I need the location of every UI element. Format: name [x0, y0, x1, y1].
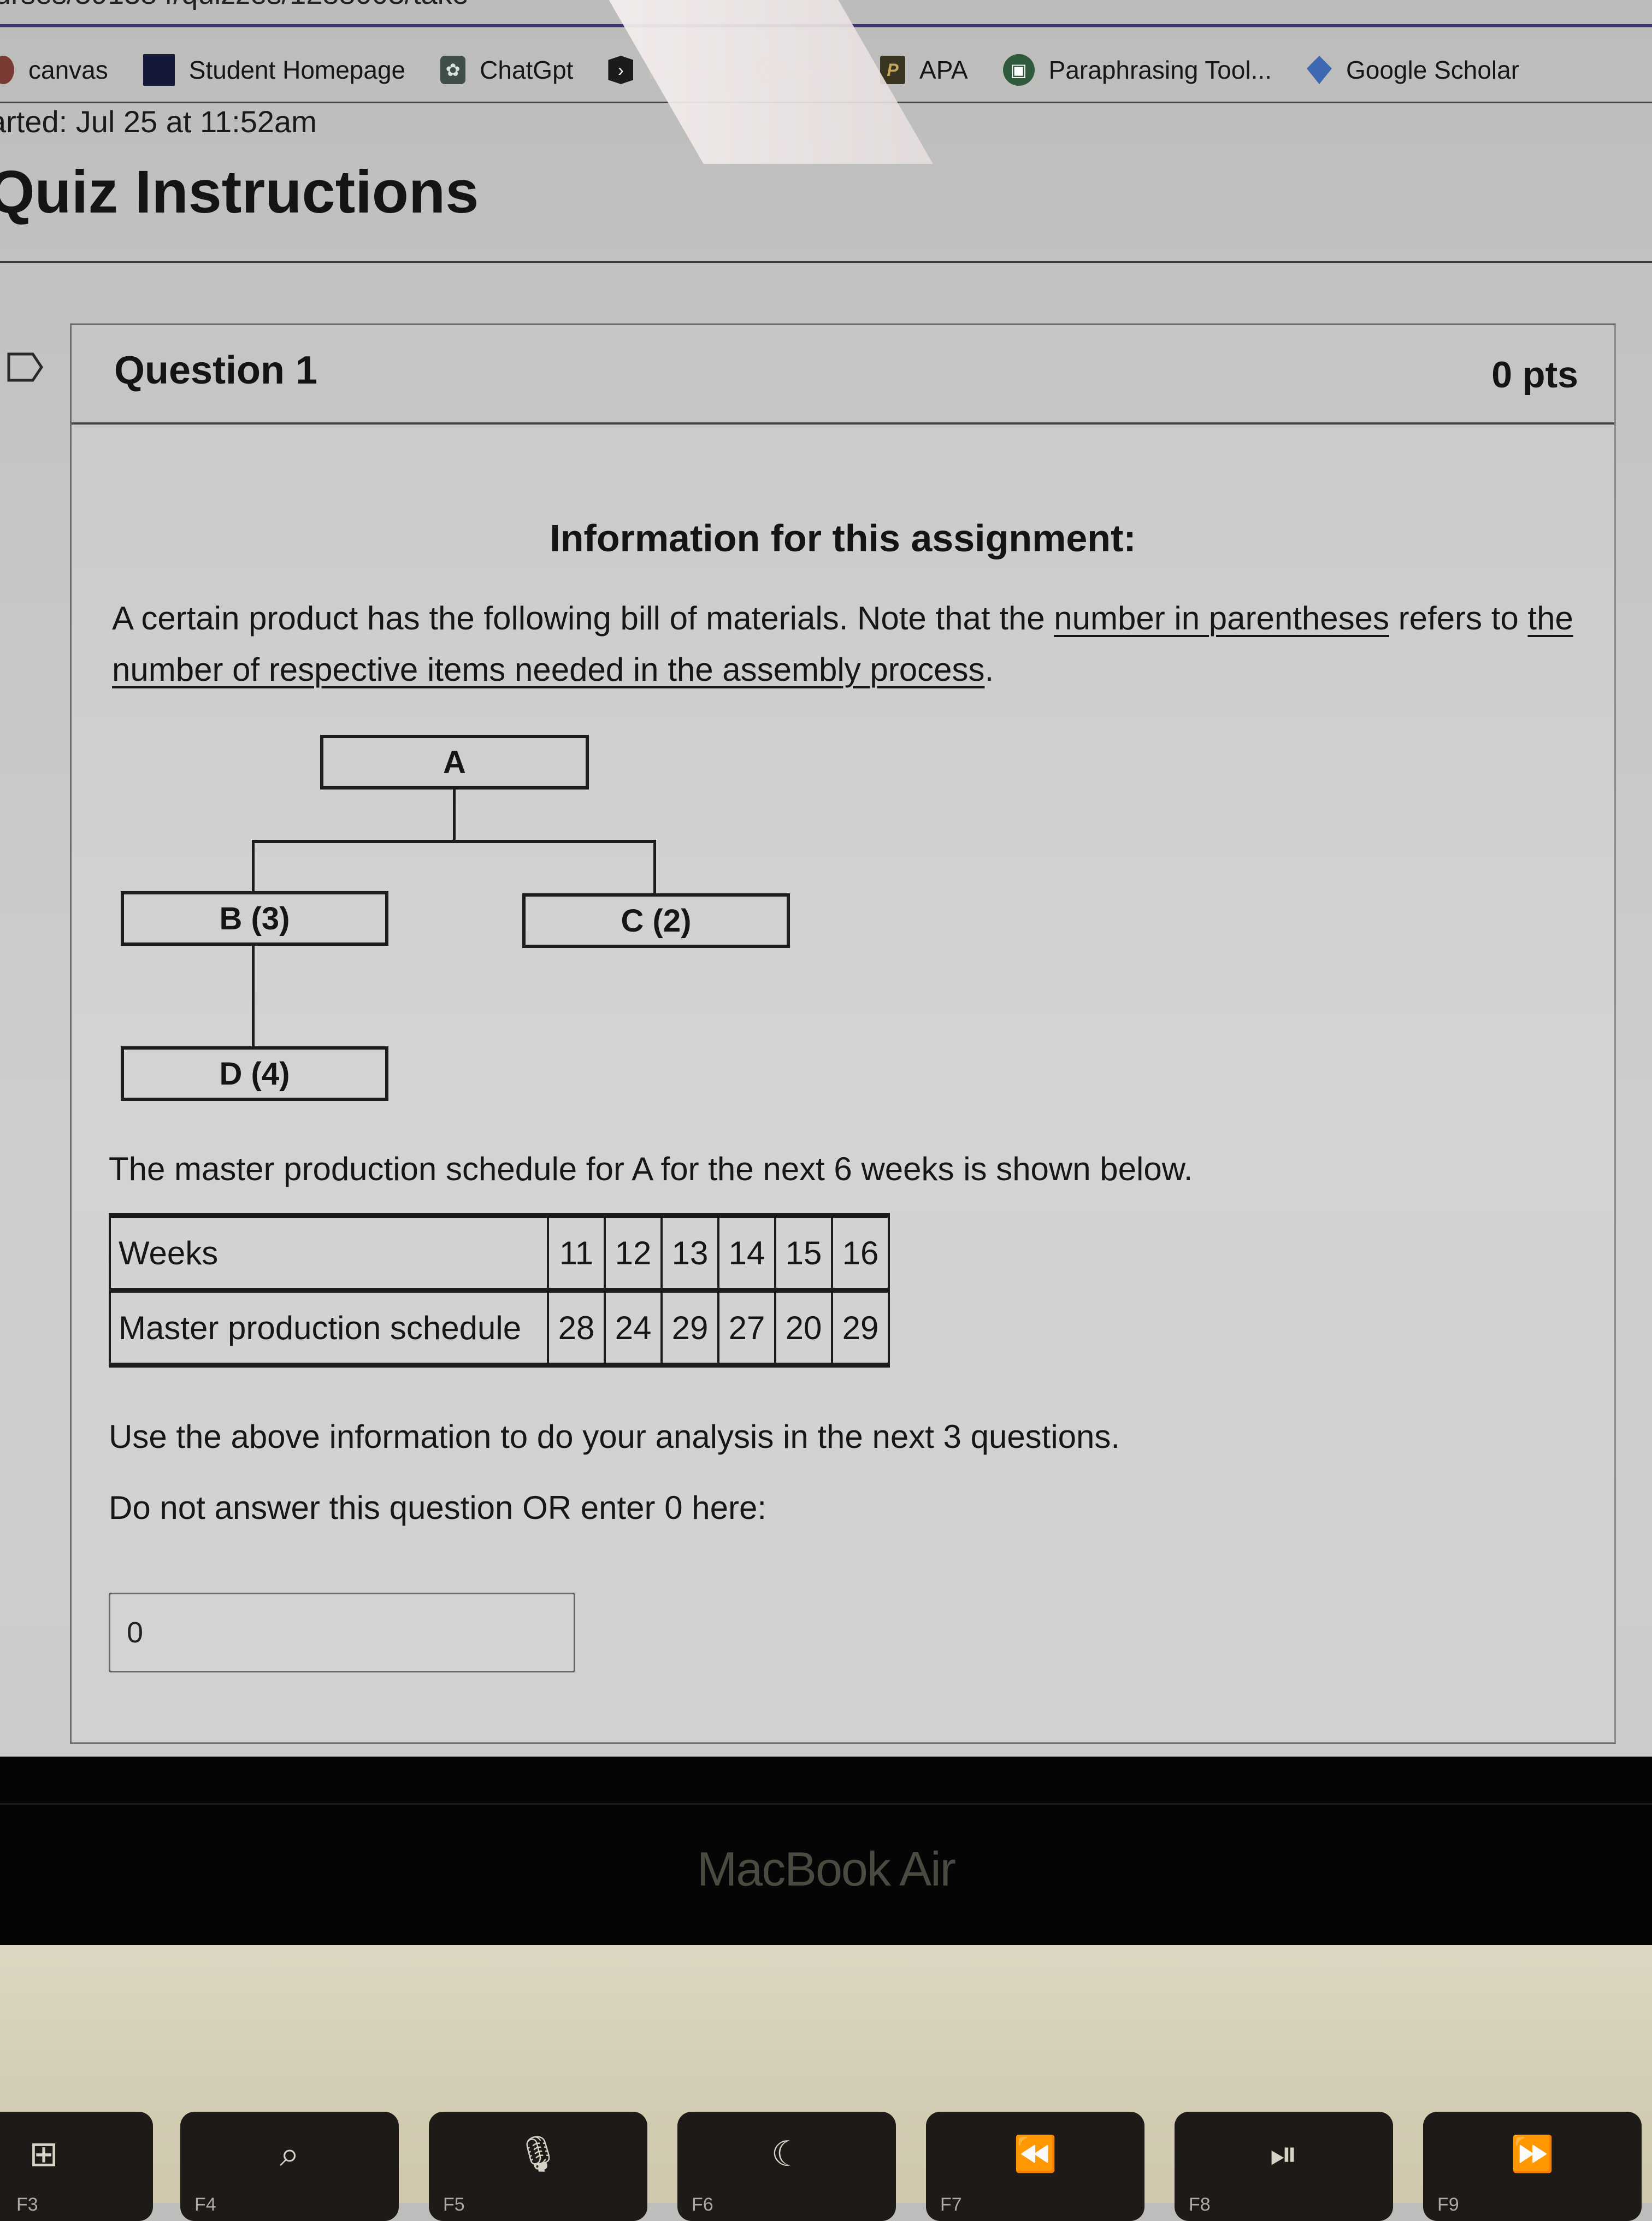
question-card: Question 1 0 pts Information for this as… [70, 323, 1616, 1744]
key-f8[interactable]: ⏯ F8 [1175, 2112, 1393, 2221]
schedule-cell: 24 [604, 1289, 663, 1366]
flag-question-icon[interactable] [7, 351, 45, 384]
bom-node-a: A [320, 735, 589, 790]
do-not-disturb-moon-icon: ☾ [771, 2134, 803, 2173]
paraphrasing-tool-icon: ▣ [1002, 54, 1035, 86]
fast-forward-icon: ⏩ [1511, 2134, 1554, 2173]
key-f6[interactable]: ☾ F6 [677, 2112, 896, 2221]
info-heading: Information for this assignment: [550, 517, 1136, 559]
schedule-cell: 27 [717, 1289, 776, 1366]
table-row: Master production schedule 28 24 29 27 2… [109, 1289, 890, 1366]
row-label-weeks: Weeks [109, 1214, 549, 1292]
bom-connector [653, 840, 656, 894]
bookmark-label: canvas [28, 56, 108, 84]
key-fn-label: F9 [1437, 2194, 1459, 2215]
question-points: 0 pts [1491, 354, 1578, 396]
bookmark-canvas[interactable]: canvas [0, 55, 108, 85]
page-title: Quiz Instructions [0, 158, 479, 226]
week-cell: 14 [717, 1214, 776, 1292]
key-f7[interactable]: ⏪ F7 [926, 2112, 1144, 2221]
bill-of-materials-diagram: A B (3) C (2) D (4) [121, 718, 886, 1134]
key-fn-label: F4 [194, 2194, 216, 2215]
key-f9[interactable]: ⏩ F9 [1423, 2112, 1642, 2221]
chatgpt-icon: ✿ [440, 56, 466, 84]
bom-connector [453, 790, 456, 841]
schedule-cell: 29 [831, 1289, 890, 1366]
canvas-icon [0, 56, 14, 84]
intro-underlined-phrase: number in parentheses [1054, 600, 1389, 637]
bookmark-label: Student Homepage [188, 56, 406, 84]
bom-connector [252, 840, 255, 892]
mission-control-icon: ⊞ [29, 2134, 58, 2173]
intro-text: refers to [1389, 600, 1528, 637]
key-f3[interactable]: ⊞ F3 [0, 2112, 153, 2221]
bom-node-b: B (3) [121, 891, 388, 946]
bookmark-paraphrasing-tool[interactable]: ▣ Paraphrasing Tool... [1002, 54, 1272, 86]
row-label-mps: Master production schedule [109, 1289, 549, 1366]
bookmark-student-homepage[interactable]: Student Homepage [143, 54, 405, 86]
play-pause-icon: ⏯ [1270, 2134, 1298, 2173]
bezel-seam [0, 1803, 1652, 1805]
address-bar-url[interactable]: urses/591384/quizzes/1288003/take [0, 0, 469, 11]
answer-instruction: Do not answer this question OR enter 0 h… [109, 1489, 766, 1526]
week-cell: 16 [831, 1214, 890, 1292]
answer-input[interactable] [109, 1593, 575, 1672]
use-instructions: Use the above information to do your ana… [109, 1418, 1120, 1455]
key-f5[interactable]: 🎙 F5 [429, 2112, 647, 2221]
title-divider [0, 261, 1652, 263]
key-fn-label: F8 [1189, 2194, 1211, 2215]
intro-text: A certain product has the following bill… [112, 600, 1054, 637]
laptop-brand-label: MacBook Air [697, 1842, 956, 1896]
question-header: Question 1 0 pts [72, 325, 1614, 425]
bookmark-google-scholar[interactable]: Google Scholar [1306, 55, 1520, 85]
key-f4[interactable]: ⌕ F4 [180, 2112, 399, 2221]
spotlight-search-icon: ⌕ [280, 2134, 299, 2173]
week-cell: 11 [547, 1214, 606, 1292]
bookmark-apa[interactable]: P APA [880, 55, 968, 85]
bom-connector [252, 840, 656, 843]
intro-paragraph: A certain product has the following bill… [112, 593, 1587, 696]
week-cell: 15 [774, 1214, 833, 1292]
rewind-icon: ⏪ [1013, 2134, 1057, 2173]
student-homepage-icon [143, 54, 175, 86]
dictation-mic-icon: 🎙 [516, 2134, 560, 2173]
key-fn-label: F5 [443, 2194, 465, 2215]
key-fn-label: F3 [16, 2194, 38, 2215]
mps-description: The master production schedule for A for… [109, 1151, 1193, 1187]
bookmark-chatgpt[interactable]: ✿ ChatGpt [440, 55, 573, 85]
browser-screen: urses/591384/quizzes/1288003/take canvas… [0, 0, 1652, 1757]
intro-text: . [984, 651, 994, 688]
bookmark-label: ChatGpt [480, 56, 574, 84]
key-fn-label: F6 [692, 2194, 713, 2215]
bom-connector [252, 946, 255, 1047]
bom-node-c: C (2) [522, 893, 790, 948]
bookmark-label: Paraphrasing Tool... [1048, 56, 1272, 84]
quiz-started-time: arted: Jul 25 at 11:52am [0, 104, 317, 139]
bookmark-label: APA [919, 56, 968, 84]
week-cell: 12 [604, 1214, 663, 1292]
schedule-cell: 29 [660, 1289, 719, 1366]
question-title: Question 1 [114, 349, 318, 392]
deepl-icon: › [608, 56, 634, 84]
google-scholar-icon [1306, 56, 1332, 84]
table-row: Weeks 11 12 13 14 15 16 [109, 1214, 890, 1292]
week-cell: 13 [660, 1214, 719, 1292]
schedule-cell: 28 [547, 1289, 606, 1366]
bookmark-label: Google Scholar [1346, 56, 1520, 84]
bom-node-d: D (4) [121, 1046, 388, 1101]
key-fn-label: F7 [940, 2194, 962, 2215]
schedule-cell: 20 [774, 1289, 833, 1366]
master-production-schedule-table: Weeks 11 12 13 14 15 16 Master productio… [109, 1213, 890, 1368]
